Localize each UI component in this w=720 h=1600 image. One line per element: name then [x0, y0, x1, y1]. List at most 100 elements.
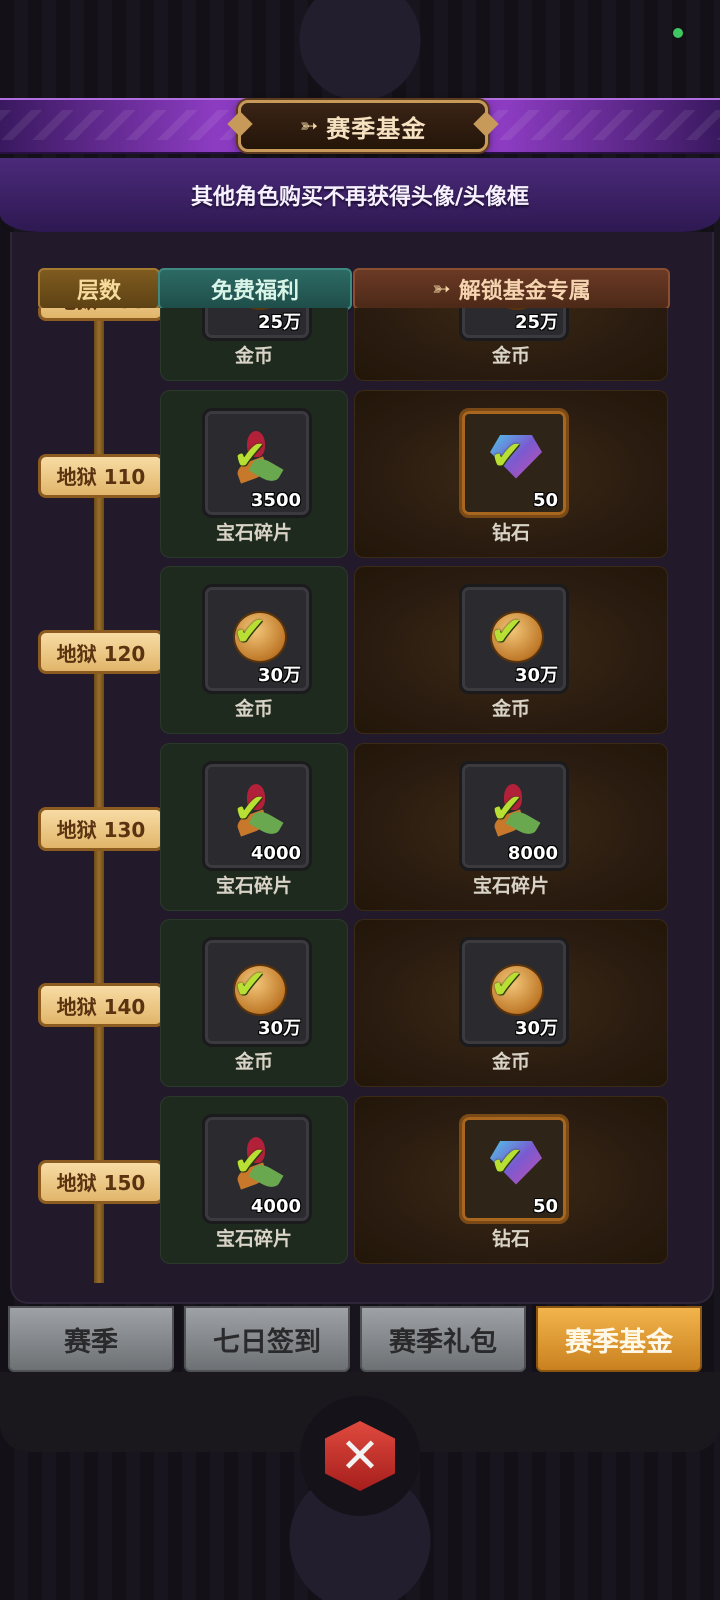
reward-cell-fund[interactable]: ✔ 50 钻石: [354, 1095, 668, 1264]
reward-quantity: 50: [532, 489, 558, 511]
tab-season-fund-label: 赛季基金: [565, 1326, 673, 1358]
layer-label: 地狱 120: [56, 641, 146, 666]
reward-quantity: 4000: [250, 1195, 301, 1217]
reward-cell-fund[interactable]: ✔ 30万金币: [354, 566, 668, 734]
close-icon: ✕: [325, 1421, 395, 1491]
reward-name: 钻石: [491, 521, 530, 544]
reward-quantity: 30万: [514, 1018, 558, 1039]
column-header-fund: ➳ 解锁基金专属: [353, 268, 670, 310]
reward-cell-fund[interactable]: ✔ 50 钻石: [354, 389, 668, 558]
reward-item-slot[interactable]: ✔ 3500: [202, 407, 312, 518]
layer-tag: 地狱 110: [38, 453, 175, 498]
layer-tag: 地狱 100: [38, 308, 175, 321]
reward-quantity: 25万: [257, 312, 301, 333]
reward-quantity: 4000: [250, 842, 301, 864]
claimed-check-icon: ✔: [233, 609, 267, 655]
claimed-check-icon: ✔: [490, 785, 524, 832]
notice-bar: 其他角色购买不再获得头像/头像框: [0, 158, 720, 232]
reward-name: 金币: [234, 1051, 273, 1073]
reward-quantity: 30万: [514, 665, 558, 686]
claimed-check-icon: ✔: [490, 432, 524, 479]
reward-cell-free[interactable]: ✔ 4000 宝石碎片: [160, 742, 348, 911]
reward-cell-fund[interactable]: ✔ 8000 宝石碎片: [354, 742, 668, 911]
claimed-check-icon: ✔: [233, 785, 267, 832]
reward-quantity: 25万: [514, 312, 558, 333]
tab-season-fund[interactable]: 赛季基金: [536, 1306, 702, 1372]
reward-cell-fund[interactable]: ✔ 30万金币: [354, 919, 668, 1087]
reward-name: 金币: [491, 345, 530, 367]
tab-season-pack-label: 赛季礼包: [389, 1326, 497, 1358]
bottom-tab-bar: 赛季 七日签到 赛季礼包 赛季基金: [0, 1306, 720, 1372]
page-title: 赛季基金: [326, 114, 427, 143]
layer-tag: 地狱 140: [38, 983, 175, 1027]
claimed-check-icon: ✔: [233, 432, 267, 479]
reward-item-slot[interactable]: ✔ 30万: [459, 584, 569, 694]
layer-tag: 地狱 120: [38, 630, 175, 674]
reward-row: 地狱 100✔25万金币✔25万金币: [12, 308, 708, 383]
reward-quantity: 50: [532, 1195, 558, 1217]
status-indicator-dot: [673, 28, 683, 38]
tab-seven-day-checkin-label: 七日签到: [213, 1326, 321, 1358]
reward-quantity: 8000: [507, 842, 558, 864]
layer-label: 地狱 110: [56, 465, 146, 489]
reward-quantity: 30万: [257, 1018, 301, 1039]
reward-quantity: 3500: [250, 489, 301, 511]
reward-item-slot[interactable]: ✔ 30万: [202, 937, 312, 1047]
reward-quantity: 30万: [257, 665, 301, 686]
reward-row: 地狱 110 ✔ 3500 宝石碎片 ✔ 50 钻石: [12, 389, 708, 560]
claimed-check-icon: ✔: [233, 962, 267, 1008]
reward-row: 地狱 120 ✔ 30万金币 ✔ 30万金币: [12, 566, 708, 736]
reward-item-slot[interactable]: ✔ 4000: [202, 760, 312, 871]
reward-name: 金币: [491, 1051, 530, 1073]
column-header-fund-label: 解锁基金专属: [458, 279, 591, 304]
layer-tag: 地狱 130: [38, 806, 175, 851]
column-header-free: 免费福利: [158, 268, 352, 310]
reward-item-slot[interactable]: ✔ 50: [459, 1113, 569, 1224]
close-button[interactable]: ✕: [300, 1396, 420, 1516]
reward-item-slot[interactable]: ✔25万: [459, 308, 569, 341]
tab-seven-day-checkin[interactable]: 七日签到: [184, 1306, 350, 1372]
reward-cell-free[interactable]: ✔ 30万金币: [160, 919, 348, 1087]
notice-text: 其他角色购买不再获得头像/头像框: [190, 185, 530, 210]
claimed-check-icon: ✔: [490, 1138, 524, 1185]
claimed-check-icon: ✔: [490, 962, 524, 1008]
reward-cell-free[interactable]: ✔ 3500 宝石碎片: [160, 389, 348, 558]
reward-item-slot[interactable]: ✔25万: [202, 308, 312, 341]
layer-label: 地狱 100: [57, 308, 146, 314]
reward-item-slot[interactable]: ✔ 50: [459, 407, 569, 518]
reward-name: 宝石碎片: [215, 874, 292, 897]
wing-icon: ➳: [432, 276, 451, 302]
reward-name: 金币: [234, 698, 273, 720]
reward-name: 宝石碎片: [215, 1227, 292, 1250]
reward-cell-free[interactable]: ✔ 4000 宝石碎片: [160, 1095, 348, 1264]
reward-cell-fund[interactable]: ✔25万金币: [354, 308, 668, 381]
reward-item-slot[interactable]: ✔ 30万: [459, 937, 569, 1047]
reward-name: 钻石: [491, 1227, 530, 1250]
reward-item-slot[interactable]: ✔ 8000: [459, 760, 569, 871]
tab-season-label: 赛季: [64, 1326, 118, 1358]
claimed-check-icon: ✔: [490, 609, 524, 655]
reward-name: 金币: [234, 345, 273, 367]
reward-name: 金币: [491, 698, 530, 720]
column-header-free-label: 免费福利: [210, 279, 299, 304]
reward-list[interactable]: 地狱 100✔25万金币✔25万金币地狱 110✔3500宝石碎片✔50钻石地狱…: [12, 308, 708, 1283]
reward-item-slot[interactable]: ✔ 4000: [202, 1113, 312, 1224]
reward-row: 地狱 150 ✔ 4000 宝石碎片 ✔ 50 钻石: [12, 1095, 708, 1266]
reward-name: 宝石碎片: [472, 874, 549, 897]
reward-row: 地狱 140 ✔ 30万金币 ✔ 30万金币: [12, 919, 708, 1089]
column-header-layer-label: 层数: [76, 279, 121, 304]
reward-cell-free[interactable]: ✔25万金币: [160, 308, 348, 381]
layer-label: 地狱 140: [56, 994, 146, 1019]
layer-label: 地狱 150: [56, 1171, 146, 1195]
layer-label: 地狱 130: [56, 818, 146, 842]
tab-season[interactable]: 赛季: [8, 1306, 174, 1372]
reward-row: 地狱 130 ✔ 4000 宝石碎片 ✔ 8000 宝石碎片: [12, 742, 708, 913]
layer-tag: 地狱 150: [38, 1159, 175, 1204]
tab-season-pack[interactable]: 赛季礼包: [360, 1306, 526, 1372]
reward-name: 宝石碎片: [215, 521, 292, 544]
wing-icon: ➳: [299, 113, 319, 139]
title-plate: ➳ 赛季基金: [238, 100, 488, 152]
reward-cell-free[interactable]: ✔ 30万金币: [160, 566, 348, 734]
claimed-check-icon: ✔: [233, 1138, 267, 1185]
reward-item-slot[interactable]: ✔ 30万: [202, 584, 312, 694]
